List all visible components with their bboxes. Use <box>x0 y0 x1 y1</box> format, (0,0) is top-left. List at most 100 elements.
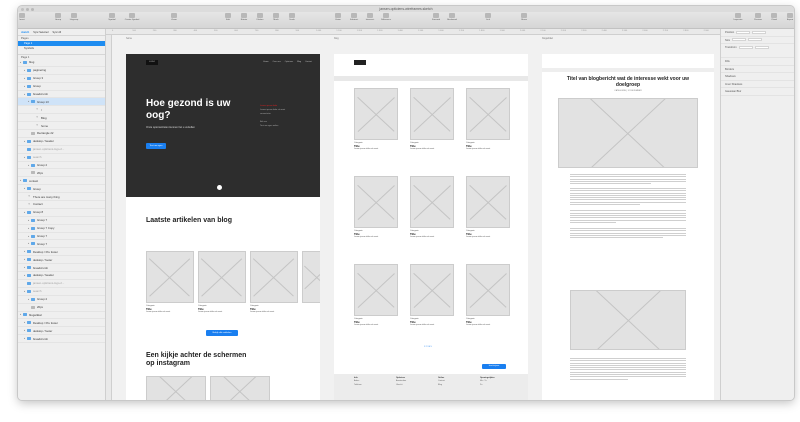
toolbar-ungroup-button[interactable]: Ungroup <box>66 13 82 21</box>
subscribe-button[interactable]: Inschrijven <box>482 364 506 369</box>
canvas[interactable]: home LOGO Home Over ons Opticiens Blog Conta… <box>106 35 720 400</box>
toolbar-rotate-button[interactable]: Rotate <box>236 13 252 21</box>
layer-item[interactable]: Rectangle 22 <box>18 130 105 138</box>
layer-item[interactable]: ▸ search <box>18 288 105 296</box>
sync-selected-button[interactable]: Sync Selected <box>33 31 48 34</box>
breadcrumb-bar <box>334 76 528 81</box>
layer-item[interactable]: ▸ search <box>18 154 105 162</box>
all-articles-button[interactable]: Bekijk alle artikelen <box>206 330 238 336</box>
inspector-inner-shadows[interactable]: Inner Shadows <box>721 81 794 88</box>
layer-item[interactable]: ▸ breadcrumb <box>18 91 105 99</box>
layer-item[interactable]: ▸ Group 7 <box>18 233 105 241</box>
artboard-blog[interactable]: Categorie Title Lorem ipsum dolor sit amet… <box>334 54 528 400</box>
layer-item[interactable]: ▸ breadcrumb <box>18 335 105 344</box>
toolbar-edit-button[interactable]: Edit <box>220 13 236 21</box>
inspector-fills[interactable]: Fills <box>721 58 794 66</box>
toolbar-intersect-button[interactable]: Intersect <box>362 13 378 21</box>
toolbar-union-button[interactable]: Union <box>330 13 346 21</box>
layer-item[interactable]: ▸ blogartikel <box>18 312 105 320</box>
breadcrumb-bar <box>542 68 714 72</box>
inspector-position[interactable]: Position <box>721 29 794 37</box>
layer-item[interactable]: ▸ desktop / footer <box>18 256 105 265</box>
nav-link[interactable]: Home <box>263 61 268 63</box>
artboard-blogartikel[interactable]: Titel van blogbericht wat de interesse w… <box>542 54 714 400</box>
inspector-label: Transform <box>725 46 737 49</box>
layer-item[interactable]: ▸ Group 13 <box>18 98 105 107</box>
inspector-field[interactable] <box>748 38 763 42</box>
toolbar-group-button[interactable]: Group <box>50 13 66 21</box>
layer-item[interactable]: ▸ paginering <box>18 67 105 75</box>
toolbar-export-button[interactable]: Export <box>782 13 794 21</box>
toolbar-create-symbol-button[interactable]: Create Symbol <box>124 13 140 21</box>
layer-item[interactable]: ▸ Group 7 <box>18 240 105 249</box>
inspector-field[interactable] <box>752 30 767 34</box>
layer-item[interactable]: T Blog <box>18 114 105 123</box>
layer-item[interactable]: ▸ Group <box>18 83 105 91</box>
toolbar-flatten-button[interactable]: Flatten <box>252 13 268 21</box>
artboard-home[interactable]: LOGO Home Over ons Opticiens Blog Contact Ho… <box>126 54 320 400</box>
toolbar-scale-button[interactable]: Scale <box>284 13 300 21</box>
sync-all-button[interactable]: Sync All <box>53 31 62 34</box>
layer-item[interactable]: 20px <box>18 304 105 312</box>
toolbar-link-button[interactable]: Link <box>480 13 496 21</box>
layer-item[interactable]: ▸ blog <box>18 59 105 67</box>
toolbar-backward-button[interactable]: Backward <box>444 13 460 21</box>
toolbar-zoom-button[interactable]: Zoom <box>166 13 182 21</box>
scroll-down-icon[interactable] <box>217 185 222 190</box>
inspector-field[interactable] <box>732 38 747 42</box>
layer-item[interactable]: ▸ Group 7 Copy <box>18 225 105 233</box>
nav-link[interactable]: Blog <box>297 61 301 63</box>
layer-item[interactable]: ▸ Group 8 <box>18 209 105 217</box>
layer-item[interactable]: T / <box>18 106 105 115</box>
layer-item[interactable]: 20px <box>18 169 105 178</box>
artboard-label-blogartikel[interactable]: blogartikel <box>542 37 553 40</box>
layer-item[interactable]: ▸ desktop / header <box>18 138 105 146</box>
inspector-field[interactable] <box>736 30 751 34</box>
hero-cta-button[interactable]: Test uw ogen <box>146 143 166 149</box>
layer-item[interactable]: ▸ breadcrumb <box>18 264 105 273</box>
inspector-field[interactable] <box>738 45 753 49</box>
toolbar-cloud-button[interactable]: Cloud <box>766 13 782 21</box>
layer-name: desktop / header <box>33 139 54 144</box>
inspector-gaussian-blur[interactable]: Gaussian Blur <box>721 88 794 96</box>
artboard-label-blog[interactable]: blog <box>334 37 339 40</box>
layer-item[interactable]: ▸ Group 2 <box>18 162 105 170</box>
artboard-label-home[interactable]: home <box>126 37 132 40</box>
layer-item[interactable]: T There are many thing <box>18 193 105 202</box>
layer-name: Group 2 <box>37 163 48 168</box>
toolbar-mask-button[interactable]: Mask <box>268 13 284 21</box>
text-layer-icon: T <box>36 116 38 120</box>
nav-link[interactable]: Opticiens <box>285 61 293 63</box>
layer-item[interactable]: ▸ desktop / footer <box>18 327 105 336</box>
toolbar-share-button[interactable]: Share <box>516 13 532 21</box>
toolbar-symbol-button[interactable]: Symbol <box>104 13 120 21</box>
layer-item[interactable]: ▸ Group 2 <box>18 296 105 304</box>
nav-link[interactable]: Contact <box>305 61 312 63</box>
toolbar-difference-button[interactable]: Difference <box>378 13 394 21</box>
pagination[interactable]: 1 2 3 4 5 <box>424 346 432 348</box>
ruler-tick-label: 1.400 <box>397 30 403 32</box>
layer-item[interactable]: ▸ Desktop / Pre footer <box>18 319 105 328</box>
layer-item[interactable]: Thome <box>18 122 105 131</box>
layer-item[interactable]: ▸ Group <box>18 185 105 194</box>
layer-item[interactable]: ▸ Group 7 <box>18 217 105 225</box>
layer-item[interactable]: ▸ Desktop / Pre footer <box>18 248 105 257</box>
layer-item[interactable]: ▸ Group 3 <box>18 75 105 83</box>
toolbar-inspector-button[interactable]: Inspector <box>730 13 746 21</box>
toolbar-insert-button[interactable]: Insert <box>18 13 30 21</box>
inspector-borders[interactable]: Borders <box>721 66 794 73</box>
layer-item[interactable]: jansen-opticiens-logo-2... <box>18 280 105 288</box>
layer-item[interactable]: T Contact <box>18 201 105 209</box>
inspector-field[interactable] <box>754 45 769 49</box>
page-item-symbols[interactable]: Symbols <box>18 46 105 51</box>
inspector-transform[interactable]: Transform <box>721 44 794 58</box>
toolbar-preview-button[interactable]: Preview <box>750 13 766 21</box>
layer-item[interactable]: ▸ contact <box>18 177 105 186</box>
inspector-size[interactable]: Size <box>721 37 794 44</box>
toolbar-forward-button[interactable]: Forward <box>428 13 444 21</box>
nav-link[interactable]: Over ons <box>273 61 281 63</box>
inspector-shadows[interactable]: Shadows <box>721 73 794 81</box>
toolbar-subtract-button[interactable]: Subtract <box>346 13 362 21</box>
layer-item[interactable]: jansen-opticiens-logo-2... <box>18 146 105 154</box>
layer-item[interactable]: ▸ desktop / header <box>18 272 105 280</box>
